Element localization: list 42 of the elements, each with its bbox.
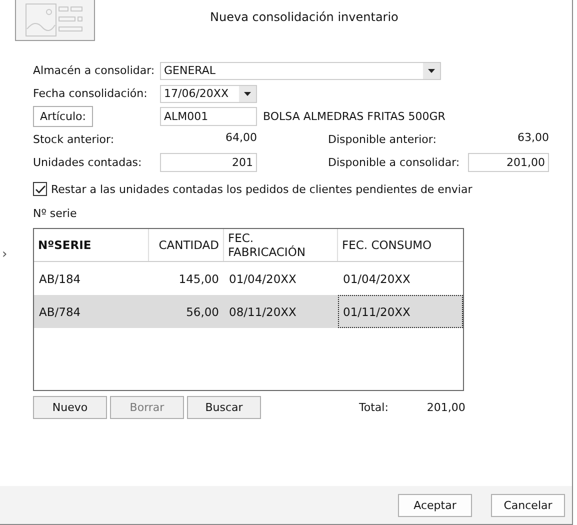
table-row[interactable]: AB/184 145,00 01/04/20XX 01/04/20XX [34, 262, 463, 295]
field-label: Fecha consolidación: [33, 87, 148, 100]
article-button[interactable]: Artículo: [33, 106, 93, 127]
field-label: Stock anterior: [33, 133, 116, 146]
table-action-button[interactable]: Nuevo [33, 396, 107, 419]
field-label: Unidades contadas: [33, 156, 143, 169]
table-cell-text: 01/04/20XX [228, 270, 298, 288]
table-cell-text: 56,00 [185, 304, 220, 320]
expand-arrow[interactable]: › [2, 247, 8, 262]
window-title: Nueva consolidación inventario [210, 10, 398, 26]
available-consolidate-field[interactable]: 201,00 [468, 153, 549, 172]
section-label: Nº serie [33, 207, 78, 220]
dialog-button[interactable]: Aceptar [398, 494, 472, 516]
column-header[interactable]: CANTIDAD [149, 229, 224, 261]
table-cell: 01/11/20XX [338, 295, 463, 328]
table-cell-text: 145,00 [178, 270, 220, 288]
dropdown-arrow-icon [428, 68, 435, 72]
column-header[interactable]: NºSERIE [34, 229, 149, 261]
total-value: 201,00 [426, 401, 466, 414]
table-action-button[interactable]: Buscar [187, 396, 261, 419]
dialog-button[interactable]: Cancelar [491, 494, 565, 516]
field-label: Disponible anterior: [328, 133, 438, 146]
warehouse-dropdown[interactable]: GENERAL [160, 62, 441, 80]
column-header[interactable]: FEC. CONSUMO [338, 229, 463, 261]
table-cell-text: 08/11/20XX [228, 304, 298, 320]
table-cell-text: AB/184 [38, 270, 82, 288]
table-row[interactable]: AB/784 56,00 08/11/20XX 01/11/20XX [34, 295, 463, 328]
column-header[interactable]: FEC. FABRICACIÓN [224, 229, 338, 261]
dropdown-arrow-icon [244, 92, 251, 96]
checkbox[interactable] [33, 182, 47, 196]
available-value: 63,00 [516, 130, 549, 144]
checkbox-label: Restar a las unidades contadas los pedidos de clientes pendientes de enviar [51, 182, 472, 196]
article-code-field[interactable]: ALM001 [160, 107, 257, 126]
table-cell-text: 01/04/20XX [342, 270, 412, 288]
field-label: Almacén a consolidar: [33, 64, 156, 77]
units-counted-field[interactable]: 201 [160, 153, 257, 172]
field-label: Disponible a consolidar: [328, 156, 461, 169]
table-cell-text: AB/784 [38, 304, 82, 320]
stock-value: 64,00 [224, 130, 257, 144]
date-dropdown[interactable]: 17/06/20XX [160, 84, 257, 102]
total-label: Total: [359, 401, 388, 414]
article-description: BOLSA ALMEDRAS FRITAS 500GR [263, 110, 446, 123]
